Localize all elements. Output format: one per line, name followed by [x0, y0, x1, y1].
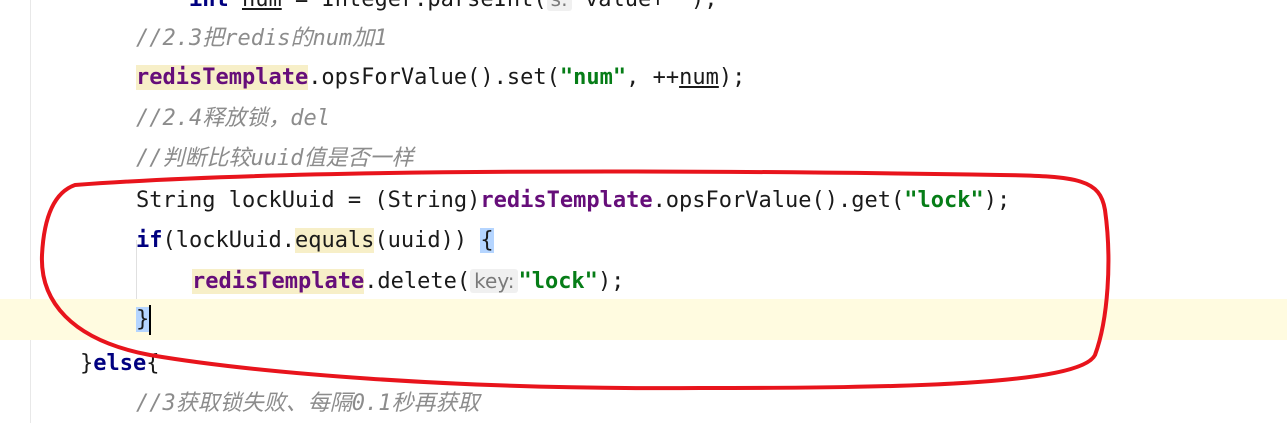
comment: //3获取锁失败、每隔0.1秒再获取 — [136, 391, 480, 416]
comment: //2.4释放锁，del — [136, 106, 330, 131]
param-hint: s: — [546, 0, 572, 11]
var-num: num — [242, 0, 282, 12]
code-text: { — [146, 351, 160, 376]
var-num: num — [679, 65, 719, 90]
close-brace: } — [136, 307, 150, 332]
code-line-4[interactable]: //判断比较uuid值是否一样 — [0, 138, 1287, 179]
field-redisTemplate: redisTemplate — [192, 269, 365, 294]
field-redisTemplate: redisTemplate — [480, 188, 653, 213]
field-redisTemplate: redisTemplate — [136, 65, 309, 90]
code-line-10[interactable]: //3获取锁失败、每隔0.1秒再获取 — [0, 383, 1287, 424]
code-line-7[interactable]: redisTemplate.delete(key: "lock"); — [0, 261, 1287, 302]
code-text: .opsForValue().set( — [308, 65, 560, 90]
comment: //2.3把redis的num加1 — [136, 26, 388, 51]
param-hint: key: — [470, 269, 519, 293]
code-text: (lockUuid. — [162, 228, 295, 253]
open-brace: { — [480, 228, 494, 253]
string-literal: "lock" — [904, 188, 984, 213]
code-line-2[interactable]: redisTemplate.opsForValue().set("num", +… — [0, 57, 1287, 98]
code-text: , ++ — [626, 65, 680, 90]
code-text: ); — [718, 65, 746, 90]
code-line-9[interactable]: }else{ — [0, 343, 1287, 384]
method-equals: equals — [294, 228, 375, 253]
text-cursor — [149, 305, 152, 335]
code-text: = Integer.parseInt( — [282, 0, 547, 12]
code-line-1[interactable]: //2.3把redis的num加1 — [0, 18, 1287, 59]
code-line-3[interactable]: //2.4释放锁，del — [0, 98, 1287, 139]
keyword-else: else — [93, 351, 147, 376]
code-text: ); — [983, 188, 1011, 213]
string-literal: "lock" — [518, 269, 598, 294]
code-text: .opsForValue().get( — [652, 188, 905, 213]
code-line-5[interactable]: String lockUuid = (String)redisTemplate.… — [0, 180, 1287, 221]
code-text: value+""); — [572, 0, 717, 12]
comment: //判断比较uuid值是否一样 — [136, 146, 414, 171]
code-line-6[interactable]: if(lockUuid.equals(uuid)) { — [0, 220, 1287, 261]
code-text: ); — [597, 269, 625, 294]
code-text: .delete( — [364, 269, 471, 294]
code-editor[interactable]: int num = Integer.parseInt(s: value+"");… — [0, 0, 1287, 423]
keyword-int: int — [189, 0, 229, 12]
code-text: String lockUuid = (String) — [136, 188, 481, 213]
keyword-if: if — [136, 228, 163, 253]
code-line-8-current[interactable]: } — [0, 299, 1287, 340]
code-line-0[interactable]: int num = Integer.parseInt(s: value+""); — [0, 0, 1287, 20]
code-text: } — [80, 351, 94, 376]
string-literal: "num" — [559, 65, 627, 90]
code-text: (uuid)) — [374, 228, 481, 253]
